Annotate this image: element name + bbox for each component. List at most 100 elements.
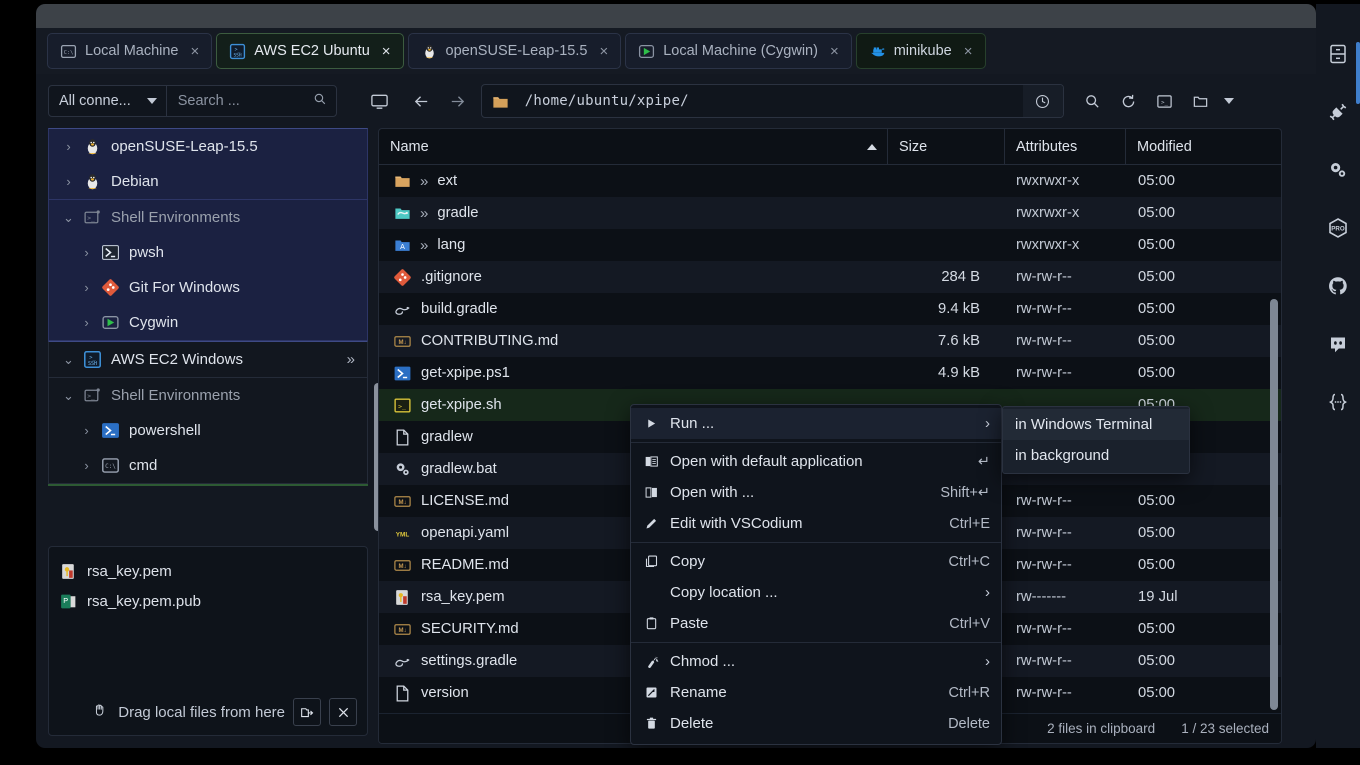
tab-opensuse-leap[interactable]: openSUSE-Leap-15.5 × bbox=[407, 33, 622, 69]
browser-menu-caret[interactable] bbox=[1214, 86, 1244, 116]
refresh-button[interactable] bbox=[1114, 86, 1144, 116]
sidebar-item-shell-environments-2[interactable]: ⌄ >_ Shell Environments bbox=[49, 378, 367, 413]
file-name-cell[interactable]: get-xpipe.ps1 bbox=[379, 364, 888, 383]
tab-close-icon[interactable]: × bbox=[599, 44, 608, 59]
menu-item-run[interactable]: Run ... › bbox=[631, 408, 1001, 439]
expand-folder-icon[interactable]: » bbox=[420, 205, 428, 222]
file-list-scrollbar[interactable] bbox=[1270, 299, 1278, 710]
file-name-cell[interactable]: .gitignore bbox=[379, 268, 888, 287]
connection-search-input[interactable]: Search ... bbox=[167, 86, 336, 116]
table-row[interactable]: A » lang rwxrwxr-x 05:00 bbox=[379, 229, 1281, 261]
menu-item-open-with-default-application[interactable]: Open with default application ↵ bbox=[631, 446, 1001, 477]
sidebar-item-cygwin[interactable]: › Cygwin bbox=[49, 305, 367, 340]
sidebar-item-cmd[interactable]: › C:\ cmd bbox=[49, 448, 367, 483]
tab-aws-ec2-ubuntu[interactable]: >_ SSH AWS EC2 Ubuntu × bbox=[216, 33, 404, 69]
file-name-cell[interactable]: M↓ CONTRIBUTING.md bbox=[379, 332, 888, 351]
file-name-cell[interactable]: » ext bbox=[379, 172, 888, 191]
table-row[interactable]: get-xpipe.ps1 4.9 kB rw-rw-r-- 05:00 bbox=[379, 357, 1281, 389]
tab-close-icon[interactable]: × bbox=[964, 44, 973, 59]
window-titlebar[interactable] bbox=[36, 4, 1316, 28]
table-row[interactable]: .gitignore 284 B rw-rw-r-- 05:00 bbox=[379, 261, 1281, 293]
chevron-right-icon[interactable]: › bbox=[63, 139, 74, 154]
file-modified-cell: 05:00 bbox=[1138, 365, 1176, 381]
file-name-cell[interactable]: » gradle bbox=[379, 204, 888, 223]
sidebar-item-pwsh[interactable]: › pwsh bbox=[49, 235, 367, 270]
close-icon[interactable] bbox=[329, 698, 357, 726]
submenu-item-windows-terminal[interactable]: in Windows Terminal bbox=[1003, 409, 1189, 440]
chevron-right-icon[interactable]: › bbox=[63, 174, 74, 189]
table-row[interactable]: build.gradle 9.4 kB rw-rw-r-- 05:00 bbox=[379, 293, 1281, 325]
expand-more-icon[interactable]: » bbox=[347, 351, 355, 368]
terminal-box-icon: >_ bbox=[83, 386, 102, 405]
file-name-label: lang bbox=[437, 237, 466, 253]
discord-icon[interactable] bbox=[1324, 330, 1352, 358]
chevron-down-icon[interactable]: ⌄ bbox=[63, 388, 74, 404]
gears-icon[interactable] bbox=[1324, 156, 1352, 184]
dropzone-file-rsa-key[interactable]: rsa_key.pem bbox=[59, 556, 367, 586]
menu-item-copy-location[interactable]: Copy location ... › bbox=[631, 577, 1001, 608]
chevron-right-icon[interactable]: › bbox=[81, 280, 92, 295]
tab-local-machine-cygwin[interactable]: Local Machine (Cygwin) × bbox=[625, 33, 852, 69]
braces-icon[interactable] bbox=[1324, 388, 1352, 416]
pro-badge-icon[interactable]: PRO bbox=[1324, 214, 1352, 242]
column-header-attributes[interactable]: Attributes bbox=[1005, 129, 1126, 164]
column-header-size[interactable]: Size bbox=[888, 129, 1005, 164]
tab-close-icon[interactable]: × bbox=[830, 44, 839, 59]
expand-folder-icon[interactable]: » bbox=[420, 237, 428, 254]
column-header-name[interactable]: Name bbox=[379, 129, 888, 164]
svg-text:A: A bbox=[400, 242, 405, 250]
sidebar-item-aws-ec2-windows[interactable]: ⌄ >_ SSH AWS EC2 Windows » bbox=[49, 342, 367, 377]
chevron-right-icon[interactable]: › bbox=[81, 458, 92, 473]
plug-icon[interactable] bbox=[1324, 98, 1352, 126]
menu-item-delete[interactable]: Delete Delete bbox=[631, 708, 1001, 739]
new-folder-button[interactable] bbox=[1186, 86, 1216, 116]
chevron-right-icon[interactable]: › bbox=[81, 245, 92, 260]
menu-item-accelerator: Ctrl+E bbox=[949, 515, 990, 532]
menu-item-rename[interactable]: Rename Ctrl+R bbox=[631, 677, 1001, 708]
tab-local-machine[interactable]: C:\ Local Machine × bbox=[47, 33, 213, 69]
github-icon[interactable] bbox=[1324, 272, 1352, 300]
chevron-down-icon[interactable]: ⌄ bbox=[63, 210, 74, 226]
storage-icon[interactable] bbox=[1324, 40, 1352, 68]
tree-group-green-marker bbox=[48, 484, 368, 490]
monitor-icon-button[interactable] bbox=[365, 86, 395, 116]
browser-search-button[interactable] bbox=[1078, 86, 1108, 116]
sidebar-item-opensuse[interactable]: › openSUSE-Leap-15.5 bbox=[49, 129, 367, 164]
chevron-right-icon[interactable]: › bbox=[81, 423, 92, 438]
expand-folder-icon[interactable]: » bbox=[420, 173, 428, 190]
sidebar-item-label: Git For Windows bbox=[129, 279, 240, 296]
sidebar-item-powershell[interactable]: › powershell bbox=[49, 413, 367, 448]
dropzone-file-rsa-key-pub[interactable]: P rsa_key.pem.pub bbox=[59, 586, 367, 616]
chevron-down-icon[interactable]: ⌄ bbox=[63, 352, 74, 368]
table-row[interactable]: M↓ CONTRIBUTING.md 7.6 kB rw-rw-r-- 05:00 bbox=[379, 325, 1281, 357]
local-file-dropzone[interactable]: rsa_key.pem P rsa_key.pem.pub Drag local… bbox=[48, 546, 368, 736]
file-name-cell[interactable]: A » lang bbox=[379, 236, 888, 255]
file-name-cell[interactable]: build.gradle bbox=[379, 300, 888, 319]
history-button[interactable] bbox=[1022, 85, 1063, 117]
table-row[interactable]: » ext rwxrwxr-x 05:00 bbox=[379, 165, 1281, 197]
menu-item-copy[interactable]: Copy Ctrl+C bbox=[631, 546, 1001, 577]
forward-button[interactable] bbox=[443, 86, 473, 116]
menu-item-open-with[interactable]: Open with ... Shift+↵ bbox=[631, 477, 1001, 508]
open-folder-icon[interactable] bbox=[293, 698, 321, 726]
tab-close-icon[interactable]: × bbox=[191, 44, 200, 59]
back-button[interactable] bbox=[407, 86, 437, 116]
sidebar-item-shell-environments[interactable]: ⌄ >_ Shell Environments bbox=[49, 200, 367, 235]
markdown-icon: M↓ bbox=[393, 332, 412, 351]
table-row[interactable]: » gradle rwxrwxr-x 05:00 bbox=[379, 197, 1281, 229]
sidebar-item-git-for-windows[interactable]: › Git For Windows bbox=[49, 270, 367, 305]
menu-item-chmod[interactable]: Chmod ... › bbox=[631, 646, 1001, 677]
chevron-right-icon[interactable]: › bbox=[81, 315, 92, 330]
tab-close-icon[interactable]: × bbox=[382, 44, 391, 59]
path-bar[interactable]: /home/ubuntu/xpipe/ bbox=[480, 84, 1064, 118]
tab-minikube[interactable]: minikube × bbox=[855, 33, 986, 69]
menu-item-paste[interactable]: Paste Ctrl+V bbox=[631, 608, 1001, 639]
column-header-modified[interactable]: Modified bbox=[1126, 129, 1281, 164]
submenu-item-background[interactable]: in background bbox=[1003, 440, 1189, 471]
file-name-label: LICENSE.md bbox=[421, 493, 509, 509]
connection-scope-select[interactable]: All conne... bbox=[49, 86, 167, 116]
terminal-button[interactable]: >_ bbox=[1150, 86, 1180, 116]
clipboard-status: 2 files in clipboard bbox=[1047, 721, 1156, 736]
menu-item-edit-with-vscodium[interactable]: Edit with VSCodium Ctrl+E bbox=[631, 508, 1001, 539]
sidebar-item-debian[interactable]: › Debian bbox=[49, 164, 367, 199]
